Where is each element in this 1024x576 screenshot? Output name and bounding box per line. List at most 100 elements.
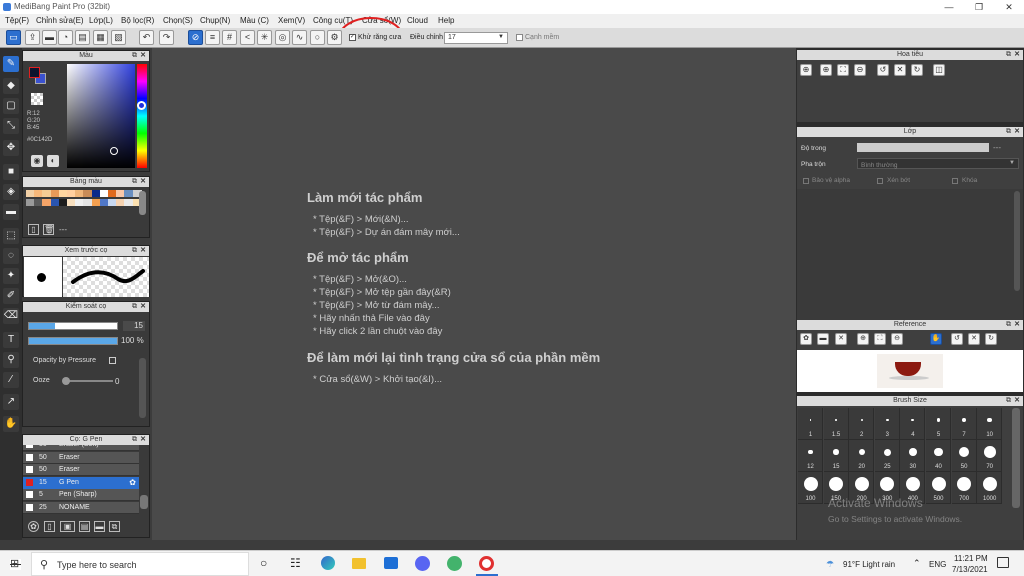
gradient-tool-icon[interactable]: ▬ [3, 204, 19, 220]
select-tool-icon[interactable]: ⬚ [3, 228, 19, 244]
menu-filter[interactable]: Bộ lọc(R) [121, 16, 154, 25]
ref-open-icon[interactable]: ✿ [800, 333, 812, 345]
float-icon[interactable]: ⧉ [132, 435, 137, 445]
brush-size-cell[interactable]: 5 [926, 408, 951, 440]
gear-icon[interactable]: ✿ [129, 478, 136, 487]
brush-size-cell[interactable]: 1.5 [823, 408, 849, 440]
brush-size-cell[interactable]: 1 [798, 408, 823, 440]
primary-color[interactable] [29, 67, 40, 78]
brush-list-item[interactable]: 5 Pen (Sharp) [23, 489, 139, 502]
close-icon[interactable]: ✕ [140, 435, 146, 445]
close-icon[interactable]: ✕ [1014, 396, 1020, 406]
ref-zoom-out-icon[interactable]: ⊖ [891, 333, 903, 345]
blend-select[interactable]: Bình thường ▼ [857, 158, 1019, 169]
ref-rotate-icon[interactable]: ↺ [951, 333, 963, 345]
brush-tool-icon[interactable]: ✎ [3, 56, 19, 72]
new-brush-icon[interactable]: ▯ [44, 521, 55, 532]
canvas-area[interactable]: Làm mới tác phẩm * Tệp(&F) > Mới(&N)... … [152, 48, 796, 540]
float-icon[interactable]: ⧉ [1006, 396, 1011, 406]
zoom-in-icon[interactable]: ⊕ [800, 64, 812, 76]
snap-off-icon[interactable]: ⊘ [188, 30, 203, 45]
brush-size-cell[interactable]: 100 [798, 472, 823, 504]
discord-icon[interactable] [415, 556, 430, 571]
ooze-slider[interactable] [63, 380, 113, 382]
color-picker-icon[interactable]: ◐ [47, 155, 59, 167]
brush-list-item[interactable]: 50 Eraser [23, 464, 139, 477]
float-icon[interactable]: ⧉ [132, 51, 137, 61]
brush-size-cell[interactable]: 700 [951, 472, 977, 504]
upload-icon[interactable]: ⇪ [25, 30, 40, 45]
control-scrollbar[interactable] [139, 358, 146, 418]
brush-size-cell[interactable]: 25 [874, 440, 900, 472]
menu-layer[interactable]: Lớp(L) [89, 16, 113, 25]
lasso-select-tool-icon[interactable]: ◌ [3, 248, 19, 264]
eraser-tool-icon[interactable]: ◆ [3, 78, 19, 94]
lock-checkbox[interactable] [952, 178, 958, 184]
ref-rotate-right-icon[interactable]: ↻ [985, 333, 997, 345]
brush-size-cell[interactable]: 1000 [977, 472, 1003, 504]
layer-scrollbar[interactable] [1014, 191, 1020, 291]
brush-list-item[interactable]: 25 NONAME [23, 502, 139, 514]
float-icon[interactable]: ⧉ [1006, 127, 1011, 137]
redo-icon[interactable]: ↷ [159, 30, 174, 45]
ref-reset-icon[interactable]: ✕ [968, 333, 980, 345]
protect-alpha-checkbox[interactable] [803, 178, 809, 184]
move-tool-icon[interactable]: ✥ [3, 140, 19, 156]
maximize-button[interactable]: ❐ [964, 0, 994, 14]
close-icon[interactable]: ✕ [1014, 320, 1020, 330]
close-icon[interactable]: ✕ [1014, 50, 1020, 60]
float-icon[interactable]: ⧉ [132, 302, 137, 312]
transparent-color[interactable] [31, 93, 43, 105]
brush-size-cell[interactable]: 15 [823, 440, 849, 472]
medibang-taskbar-icon[interactable] [479, 556, 494, 571]
bucket-tool-icon[interactable]: ◈ [3, 184, 19, 200]
size-value[interactable]: 15 [123, 321, 145, 331]
snap-grid-icon[interactable]: # [222, 30, 237, 45]
panel-icon[interactable]: ▧ [111, 30, 126, 45]
brush-size-cell[interactable]: 2 [849, 408, 875, 440]
copy-icon[interactable]: ⧉ [109, 521, 120, 532]
comment-icon[interactable]: ◔ [58, 30, 73, 45]
brush-list-item[interactable]: 15 G Pen ✿ [23, 476, 139, 489]
menu-cloud[interactable]: Cloud [407, 16, 428, 25]
search-box[interactable]: ⚲ Type here to search [31, 552, 249, 576]
fill-shape-tool-icon[interactable]: ■ [3, 164, 19, 180]
brush-menu-icon[interactable]: ▣ [60, 521, 75, 532]
ref-zoom-in-icon[interactable]: ⊕ [857, 333, 869, 345]
add-brush-icon[interactable]: ✿ [28, 521, 39, 532]
file-explorer-icon[interactable] [352, 558, 366, 569]
menu-snap[interactable]: Chụp(N) [200, 16, 230, 25]
size-slider[interactable] [28, 322, 118, 330]
chat-icon[interactable]: ▬ [42, 30, 57, 45]
close-icon[interactable]: ✕ [1014, 127, 1020, 137]
ref-close-icon[interactable]: ✕ [835, 333, 847, 345]
brush-size-cell[interactable]: 20 [849, 440, 875, 472]
ref-folder-icon[interactable]: ▬ [817, 333, 829, 345]
brush-size-cell[interactable]: 12 [798, 440, 823, 472]
operation-tool-icon[interactable]: ↗ [3, 394, 19, 410]
layout-icon[interactable]: ▤ [75, 30, 90, 45]
snap-ellipse-icon[interactable]: ○ [310, 30, 325, 45]
brush-list-item[interactable]: 50 Eraser [23, 451, 139, 464]
task-view-icon[interactable]: ○ [260, 556, 267, 570]
clip-checkbox[interactable] [877, 178, 883, 184]
close-icon[interactable]: ✕ [140, 177, 146, 187]
brush-list-scrollbar[interactable] [140, 495, 148, 509]
home-icon[interactable]: ▭ [6, 30, 21, 45]
undo-icon[interactable]: ↶ [139, 30, 154, 45]
mail-icon[interactable] [384, 557, 398, 569]
float-icon[interactable]: ⧉ [132, 177, 137, 187]
snap-radial-icon[interactable]: ✳ [257, 30, 272, 45]
brush-size-cell[interactable]: 50 [951, 440, 977, 472]
app-green-icon[interactable] [447, 556, 462, 571]
hue-slider[interactable] [137, 64, 147, 168]
swatch-scrollbar[interactable] [139, 191, 146, 215]
brush-size-cell[interactable]: 500 [926, 472, 951, 504]
folder-icon[interactable]: ▬ [94, 521, 105, 532]
select-eraser-tool-icon[interactable]: ⌫ [3, 308, 19, 324]
snap-settings-icon[interactable]: ⚙ [327, 30, 342, 45]
brush-size-cell[interactable]: 30 [900, 440, 926, 472]
ref-fit-icon[interactable]: ⛶ [874, 333, 886, 345]
hand-tool-icon[interactable]: ✋ [3, 416, 19, 432]
flip-icon[interactable]: ◫ [933, 64, 945, 76]
